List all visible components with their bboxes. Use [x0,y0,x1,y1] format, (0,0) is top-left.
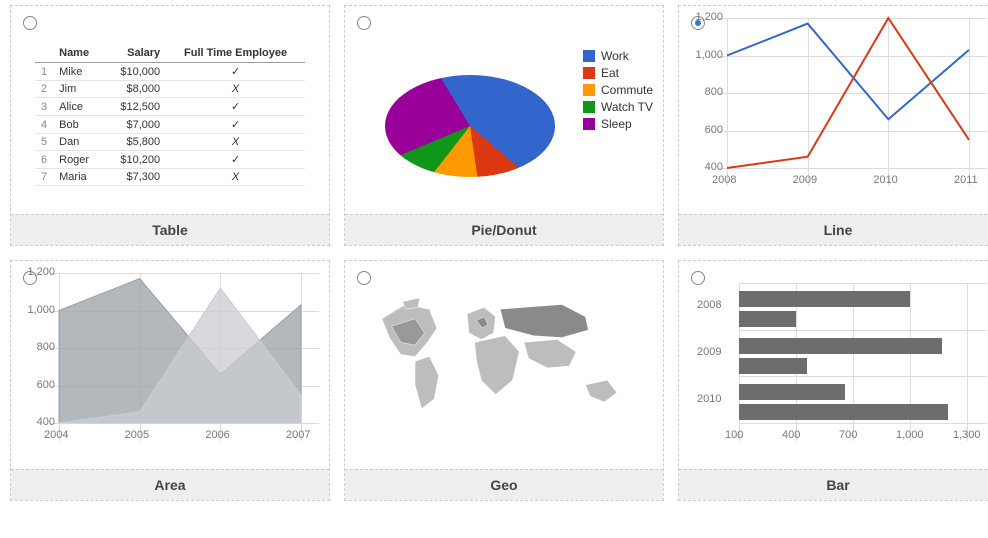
radio-table[interactable] [23,16,37,30]
col-name: Name [53,44,104,63]
table-row: 7Maria$7,300X [35,169,305,186]
radio-bar[interactable] [691,271,705,285]
bar [739,338,942,354]
radio-pie[interactable] [357,16,371,30]
y-tick: 2008 [697,299,721,311]
card-bar[interactable]: 100 400 700 1,000 1,300 2008 2009 2010 Bar [678,260,988,501]
bar [739,404,948,420]
x-tick: 100 [725,429,743,441]
y-tick: 2009 [697,346,721,358]
table-row: 3Alice$12,500✓ [35,98,305,116]
table-row: 6Roger$10,200✓ [35,151,305,169]
card-geo-body [345,261,663,469]
card-geo[interactable]: Geo [344,260,664,501]
card-geo-label: Geo [345,469,663,500]
bar [739,311,796,327]
table-row: 5Dan$5,800X [35,134,305,151]
table-row: 4Bob$7,000✓ [35,116,305,134]
chart-type-grid: Name Salary Full Time Employee 1Mike$10,… [0,0,988,506]
bar [739,291,910,307]
card-area-label: Area [11,469,329,500]
card-bar-label: Bar [679,469,988,500]
legend-item: Sleep [583,117,653,131]
world-map-icon [363,281,647,451]
x-tick: 400 [782,429,800,441]
card-line[interactable]: 4006008001,0001,2002008200920102011 Line [678,5,988,246]
card-bar-body: 100 400 700 1,000 1,300 2008 2009 2010 [679,261,988,469]
bar [739,358,807,374]
card-table[interactable]: Name Salary Full Time Employee 1Mike$10,… [10,5,330,246]
card-pie[interactable]: Work Eat Commute Watch TV Sleep Pie/Donut [344,5,664,246]
legend-item: Eat [583,66,653,80]
card-area[interactable]: 4006008001,0001,2002004200520062007 Area [10,260,330,501]
pie-legend: Work Eat Commute Watch TV Sleep [583,46,653,134]
card-table-body: Name Salary Full Time Employee 1Mike$10,… [11,6,329,214]
y-tick: 2010 [697,393,721,405]
bar [739,384,845,400]
card-area-body: 4006008001,0001,2002004200520062007 [11,261,329,469]
card-line-label: Line [679,214,988,245]
table-row: 1Mike$10,000✓ [35,63,305,81]
card-pie-label: Pie/Donut [345,214,663,245]
x-tick: 1,300 [953,429,981,441]
table-row: 2Jim$8,000X [35,81,305,98]
card-table-label: Table [11,214,329,245]
legend-item: Watch TV [583,100,653,114]
x-tick: 1,000 [896,429,924,441]
col-salary: Salary [104,44,166,63]
sample-table: Name Salary Full Time Employee 1Mike$10,… [35,44,305,186]
legend-item: Work [583,49,653,63]
col-fulltime: Full Time Employee [166,44,305,63]
legend-item: Commute [583,83,653,97]
card-pie-body: Work Eat Commute Watch TV Sleep [345,6,663,214]
x-tick: 700 [839,429,857,441]
card-line-body: 4006008001,0001,2002008200920102011 [679,6,988,214]
